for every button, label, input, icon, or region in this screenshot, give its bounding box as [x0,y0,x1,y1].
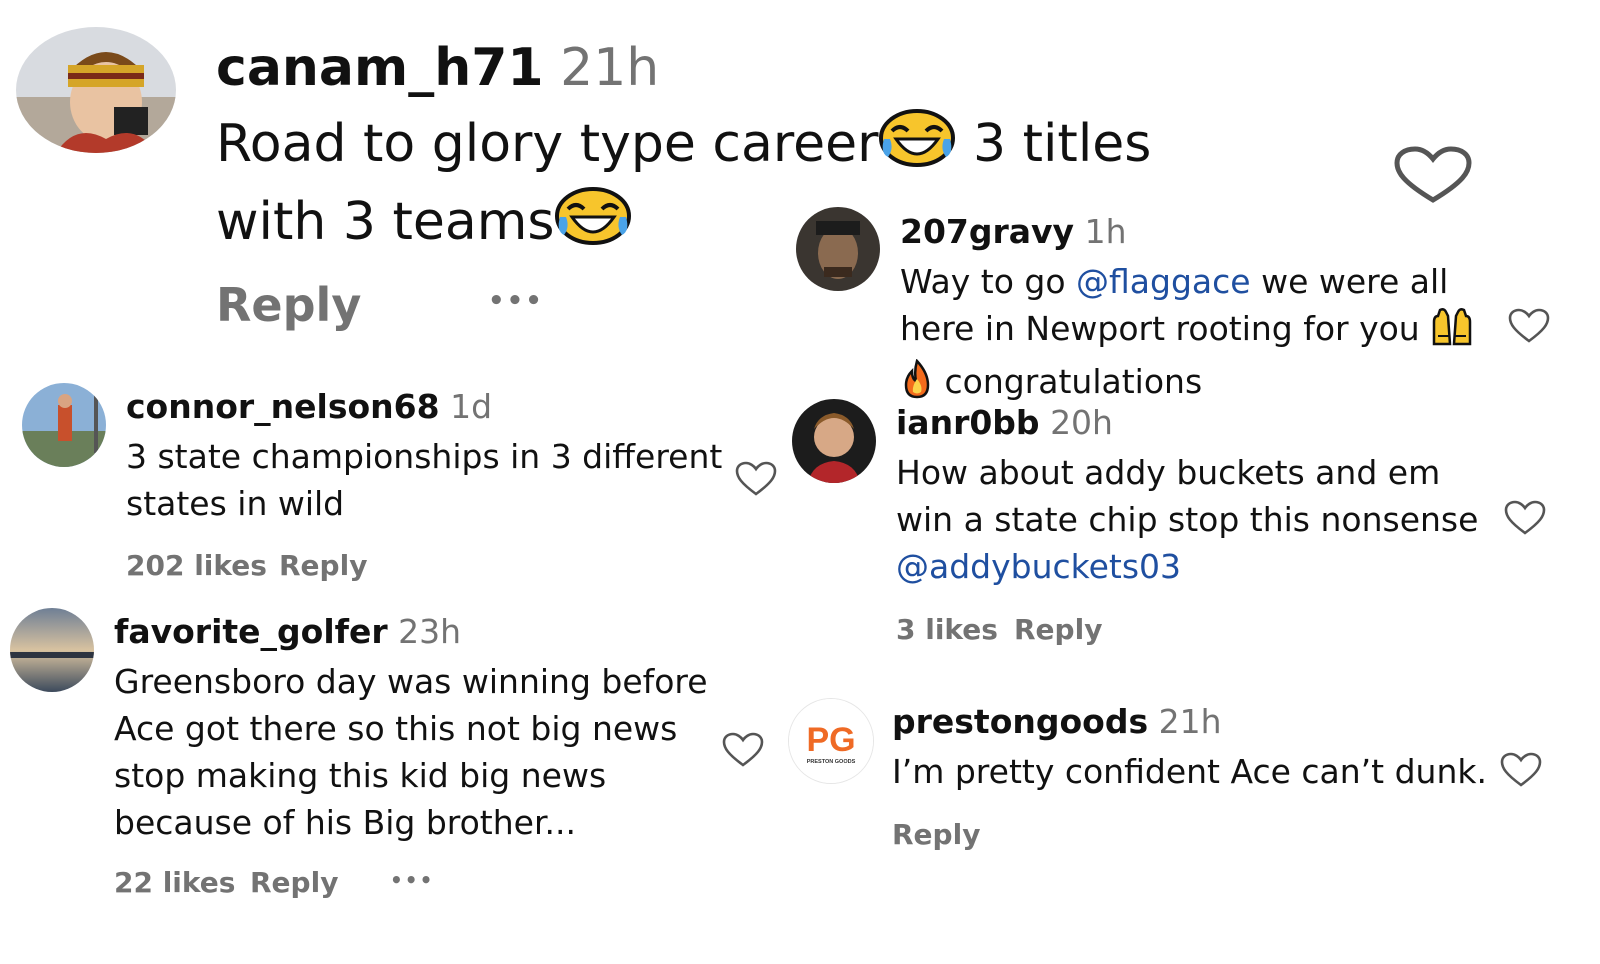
comment-text-line: Way to go @flaggace we were all [900,258,1500,305]
comment-text-part: here in Newport rooting for you [900,309,1420,348]
comment-username[interactable]: ianr0bb [896,403,1040,442]
comment-likes[interactable]: 202 likes [126,549,267,582]
comment-time: 21h [1158,702,1222,741]
comment-username[interactable]: connor_nelson68 [126,387,440,426]
avatar-image [22,383,106,467]
avatar-image [16,27,176,153]
comment-time: 1d [450,387,493,426]
like-heart-icon[interactable] [735,461,777,497]
comment-username[interactable]: favorite_golfer [114,612,388,651]
main-comment-header: canam_h71 21h [216,38,659,98]
comment-header-golfer: favorite_golfer 23h [114,612,461,651]
like-heart-icon[interactable] [722,732,764,768]
comment-reply-button[interactable]: Reply [892,818,980,851]
avatar-golfer[interactable] [10,608,94,692]
mention-link[interactable]: @addybuckets03 [896,543,1496,590]
comment-text-line: win a state chip stop this nonsense [896,500,1479,539]
comment-header-connor: connor_nelson68 1d [126,387,492,426]
comment-header-ianr0bb: ianr0bb 20h [896,403,1113,442]
like-heart-icon[interactable] [1504,500,1546,536]
comment-text-line: here in Newport rooting for you [900,305,1500,358]
comment-time: 23h [398,612,462,651]
comment-reply-button[interactable]: Reply [1014,613,1102,646]
comment-likes[interactable]: 22 likes [114,866,235,899]
raising-hands-emoji-icon [1430,306,1474,358]
comment-text-ianr0bb: How about addy buckets and em win a stat… [896,449,1496,590]
comment-text-line: Greensboro day was winning before [114,662,708,701]
avatar-207gravy[interactable] [796,207,880,291]
comment-text-line: states in wild [126,484,345,523]
avatar-image [792,399,876,483]
main-comment-username[interactable]: canam_h71 [216,38,544,98]
comment-time: 20h [1050,403,1113,442]
comment-username[interactable]: 207gravy [900,212,1074,251]
comment-likes[interactable]: 3 likes [896,613,998,646]
main-comment-line1b: 3 titles [972,114,1152,174]
comment-text-line: I’m pretty confident Ace can’t dunk. [892,752,1487,791]
comment-time: 1h [1084,212,1127,251]
joy-emoji-icon [878,109,956,186]
comment-reply-button[interactable]: Reply [279,549,367,582]
avatar-canam[interactable] [16,27,176,153]
like-heart-icon[interactable] [1500,752,1542,788]
comment-text-part: Way to go [900,262,1077,301]
comment-username[interactable]: prestongoods [892,702,1148,741]
comment-text-line: stop making this kid big news [114,756,607,795]
comment-text-line: 3 state championships in 3 different [126,437,723,476]
comment-text-part: congratulations [944,362,1203,401]
main-comment-line1: Road to glory type career [216,114,879,174]
joy-emoji-icon [554,187,632,264]
comment-more-button[interactable]: ••• [390,868,434,892]
comment-text-line: because of his Big brother... [114,803,576,842]
comment-text-connor: 3 state championships in 3 different sta… [126,433,726,527]
comment-text-golfer: Greensboro day was winning before Ace go… [114,658,714,846]
main-comment-text: Road to glory type career 3 titles with … [216,108,1366,264]
avatar-image [10,608,94,692]
comment-text-prestongoods: I’m pretty confident Ace can’t dunk. [892,748,1492,795]
avatar-connor[interactable] [22,383,106,467]
like-heart-icon[interactable] [1508,308,1550,344]
logo-subtext: PRESTON GOODS [807,759,856,765]
comment-header-207gravy: 207gravy 1h [900,212,1127,251]
comment-header-prestongoods: prestongoods 21h [892,702,1222,741]
avatar-prestongoods[interactable]: PG PRESTON GOODS [788,698,874,784]
avatar-logo: PG PRESTON GOODS [789,699,873,783]
logo-text: PG [806,721,855,759]
main-comment-more-button[interactable]: ••• [488,286,544,316]
comment-reply-button[interactable]: Reply [250,866,338,899]
main-comment-reply-button[interactable]: Reply [216,278,361,332]
main-comment-line2: with 3 teams [216,192,555,252]
main-comment-time: 21h [560,38,660,98]
avatar-image [796,207,880,291]
avatar-ianr0bb[interactable] [792,399,876,483]
comment-text-line: How about addy buckets and em [896,453,1441,492]
mention-link[interactable]: @flaggace [1076,262,1251,301]
comment-text-part: we were all [1250,262,1449,301]
comment-text-207gravy: Way to go @flaggace we were all here in … [900,258,1500,411]
comment-text-line: Ace got there so this not big news [114,709,678,748]
main-comment-like-heart-icon[interactable] [1393,146,1473,204]
